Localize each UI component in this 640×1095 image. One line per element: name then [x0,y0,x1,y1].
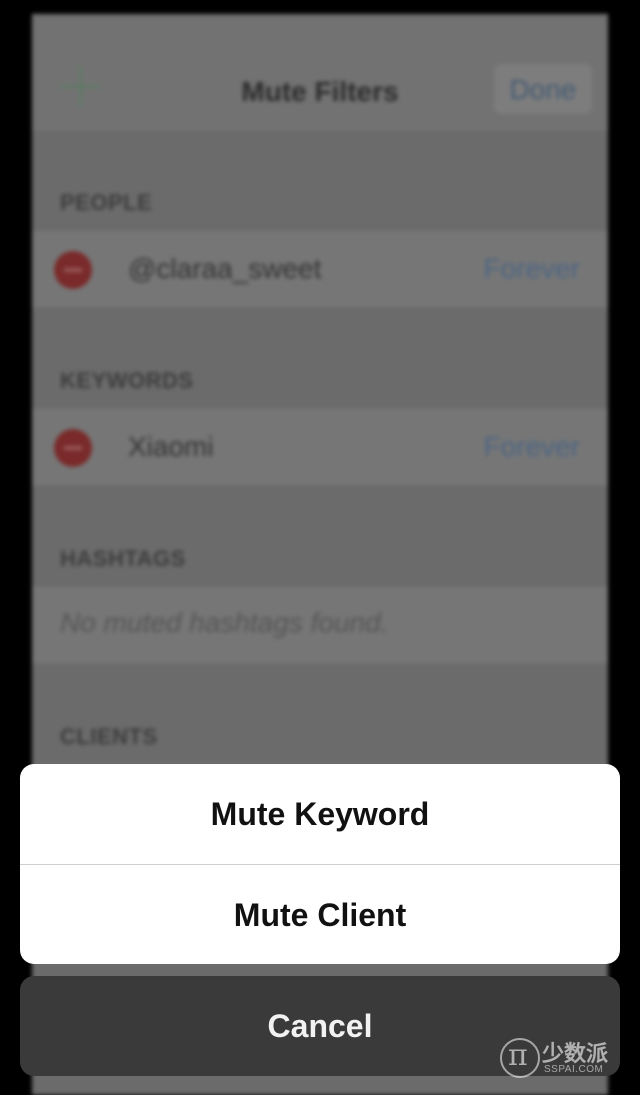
sspai-logo-icon [500,1038,540,1078]
section-header-keywords: KEYWORDS [60,368,194,393]
section-header-people: PEOPLE [60,190,153,215]
action-sheet: Mute Keyword Mute Client [20,764,620,964]
row-label: @claraa_sweet [128,253,322,284]
section-header-hashtags: HASHTAGS [60,546,186,571]
empty-state-text: No muted hashtags found. [60,607,389,638]
watermark-en: SSPAI.COM [544,1064,604,1075]
row-duration[interactable]: Forever [484,253,580,285]
row-duration[interactable]: Forever [484,431,580,463]
section-header-clients: CLIENTS [60,724,158,749]
mute-keyword-button[interactable]: Mute Keyword [20,764,620,864]
list-item[interactable]: @claraa_sweet Forever [32,230,608,308]
empty-state-row: No muted hashtags found. [32,586,608,664]
done-button[interactable]: Done [494,64,592,114]
list-item[interactable]: Xiaomi Forever [32,408,608,486]
delete-minus-icon[interactable] [54,251,92,289]
watermark: 少数派 SSPAI.COM [500,1034,622,1078]
nav-bar: Mute Filters Done [32,14,608,133]
delete-minus-icon[interactable] [54,429,92,467]
mute-client-button[interactable]: Mute Client [20,865,620,964]
row-label: Xiaomi [128,431,214,462]
